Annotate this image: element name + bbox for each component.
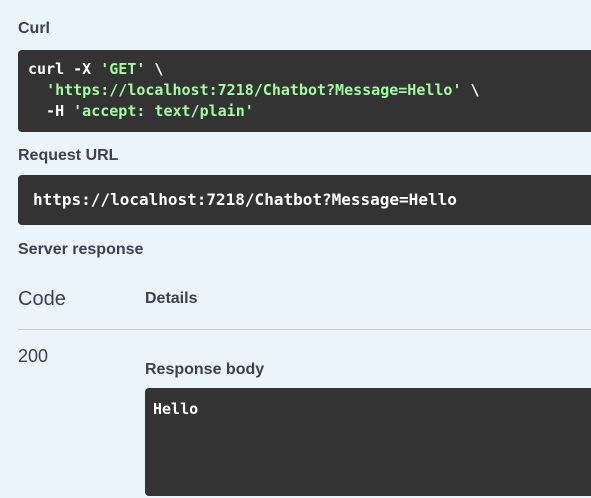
- curl-line-1: curl -X 'GET' \: [28, 59, 581, 80]
- column-header-code: Code: [18, 288, 66, 310]
- server-response-label: Server response: [18, 241, 144, 258]
- request-url-label: Request URL: [18, 147, 119, 164]
- curl-line-2: 'https://localhost:7218/Chatbot?Message=…: [28, 80, 581, 101]
- curl-continuation: \: [145, 60, 164, 78]
- curl-url: 'https://localhost:7218/Chatbot?Message=…: [46, 81, 462, 99]
- curl-header-value: 'accept: text/plain': [73, 102, 254, 120]
- curl-continuation: \: [461, 81, 480, 99]
- curl-label: Curl: [18, 20, 50, 37]
- response-body-label: Response body: [145, 361, 265, 378]
- request-url-value: https://localhost:7218/Chatbot?Message=H…: [33, 190, 457, 209]
- curl-header-flag: -H: [28, 102, 74, 120]
- curl-line-3: -H 'accept: text/plain': [28, 101, 581, 122]
- response-body-value: Hello: [153, 400, 199, 418]
- curl-code-block[interactable]: curl -X 'GET' \ 'https://localhost:7218/…: [18, 50, 591, 132]
- table-divider: [18, 329, 591, 330]
- curl-indent: [28, 81, 46, 99]
- request-url-block[interactable]: https://localhost:7218/Chatbot?Message=H…: [18, 175, 591, 225]
- curl-method: 'GET': [100, 60, 146, 78]
- curl-command: curl -X: [28, 60, 101, 78]
- column-header-details: Details: [145, 290, 198, 307]
- response-status-code: 200: [18, 346, 49, 366]
- response-body-block[interactable]: Hello: [145, 388, 591, 496]
